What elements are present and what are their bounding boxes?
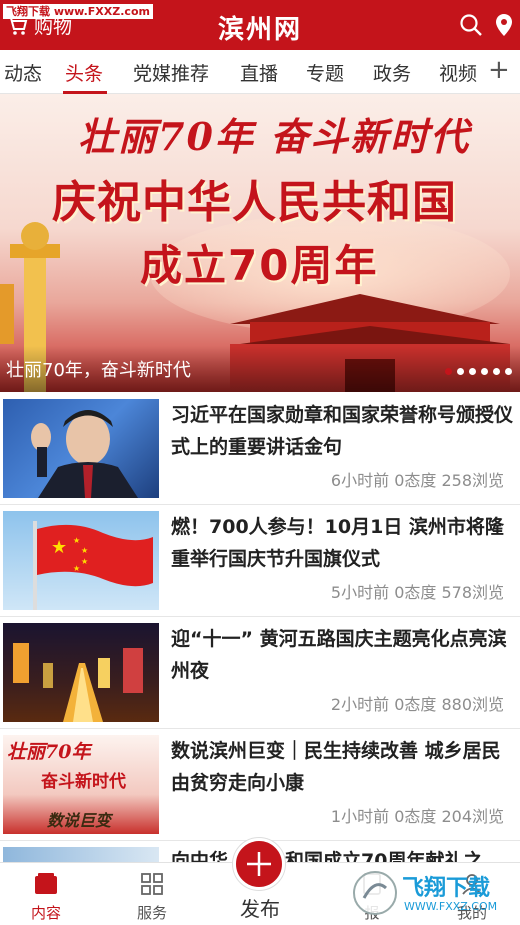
location-pin-icon[interactable]	[494, 13, 514, 37]
headline-banner[interactable]: 壮丽70年 奋斗新时代 庆祝中华人民共和国 成立70周年 壮丽70年，奋斗新时代	[0, 94, 520, 392]
news-thumbnail: ★ ★ ★ ★ ★	[3, 511, 159, 610]
thumb-slogan-3: 数说巨变	[47, 811, 112, 830]
flag-photo-graphic: ★ ★ ★ ★ ★	[33, 521, 153, 610]
nav-service[interactable]: 服务	[112, 873, 192, 923]
news-item[interactable]: 习近平在国家勋章和国家荣誉称号颁授仪式上的重要讲话金句 6小时前 0态度 258…	[0, 393, 520, 505]
thumb-slogan-2: 奋斗新时代	[41, 772, 126, 792]
banner-slogan-line2: 庆祝中华人民共和国	[52, 177, 457, 228]
news-thumbnail	[3, 399, 159, 498]
carousel-dot[interactable]	[493, 368, 500, 375]
watermark-bottom: 飞翔下载 WWW.FXXZ.COM	[352, 868, 512, 918]
svg-text:★: ★	[73, 564, 80, 573]
add-channel-button[interactable]: +	[488, 56, 510, 84]
banner-caption: 壮丽70年，奋斗新时代	[6, 360, 191, 381]
news-meta: 2小时前 0态度 880浏览	[330, 695, 504, 714]
thumb-slogan-1: 壮丽70年	[7, 741, 91, 763]
news-thumbnail	[3, 847, 159, 862]
news-title: 向中华人民共和国成立70周年献礼之	[171, 850, 483, 862]
plus-icon	[247, 852, 271, 876]
watermark-brand: 飞翔下载	[402, 876, 491, 901]
svg-text:★: ★	[73, 536, 80, 545]
svg-text:★: ★	[81, 546, 88, 555]
search-icon[interactable]	[459, 13, 483, 37]
news-item[interactable]: 壮丽70年 奋斗新时代 数说巨变 数说滨州巨变｜民生持续改善 城乡居民由贫穷走向…	[0, 729, 520, 841]
watermark-url: WWW.FXXZ.COM	[404, 900, 498, 913]
night-city-photo-graphic	[13, 643, 143, 722]
banner-slogan-line3: 成立70周年	[140, 241, 379, 290]
publish-label: 发布	[240, 897, 280, 921]
news-meta: 5小时前 0态度 578浏览	[330, 583, 504, 602]
news-title: 迎“十一” 黄河五路国庆主题亮化点亮滨州夜	[171, 628, 507, 682]
news-item[interactable]: 迎“十一” 黄河五路国庆主题亮化点亮滨州夜 2小时前 0态度 880浏览	[0, 617, 520, 729]
news-title: 数说滨州巨变｜民生持续改善 城乡居民由贫穷走向小康	[171, 740, 501, 794]
grid-icon	[141, 873, 163, 895]
tab-dangmei[interactable]: 党媒推荐	[133, 59, 209, 86]
banner-slogan-line1: 壮丽70年 奋斗新时代	[78, 114, 471, 159]
news-thumbnail	[3, 623, 159, 722]
publish-button[interactable]	[233, 838, 285, 890]
tab-zhuanti[interactable]: 专题	[306, 59, 344, 86]
carousel-dot[interactable]	[505, 368, 512, 375]
watermark-logo-icon	[353, 871, 397, 915]
svg-text:★: ★	[81, 557, 88, 566]
tab-zhibo[interactable]: 直播	[240, 59, 278, 86]
nav-content-label: 内容	[30, 904, 61, 922]
news-title: 习近平在国家勋章和国家荣誉称号颁授仪式上的重要讲话金句	[171, 404, 514, 458]
app-header: 购物 飞翔下载 www.FXXZ.com 滨州网	[0, 0, 520, 50]
tab-dongtai[interactable]: 动态	[4, 59, 42, 86]
news-item[interactable]: ★ ★ ★ ★ ★ 燃！700人参与！10月1日 滨州市将隆重举行国庆节升国旗仪…	[0, 505, 520, 617]
carousel-dot[interactable]	[481, 368, 488, 375]
nav-content[interactable]: 内容	[6, 873, 86, 923]
app-title: 滨州网	[217, 15, 302, 45]
carousel-dot[interactable]	[457, 368, 464, 375]
tab-zhengwu[interactable]: 政务	[373, 59, 411, 86]
carousel-dots	[445, 368, 512, 375]
news-meta: 6小时前 0态度 258浏览	[330, 471, 504, 490]
nav-service-label: 服务	[136, 904, 167, 922]
carousel-dot[interactable]	[445, 368, 452, 375]
news-meta: 1小时前 0态度 204浏览	[330, 807, 504, 826]
news-thumbnail: 壮丽70年 奋斗新时代 数说巨变	[3, 735, 159, 834]
news-icon	[35, 873, 57, 894]
tab-shipin[interactable]: 视频	[439, 59, 477, 86]
news-title: 燃！700人参与！10月1日 滨州市将隆重举行国庆节升国旗仪式	[171, 516, 504, 570]
person-photo-graphic	[31, 410, 138, 498]
channel-tabs: 动态 头条 党媒推荐 直播 专题 政务 视频 +	[0, 50, 520, 94]
svg-text:★: ★	[51, 537, 67, 558]
carousel-dot[interactable]	[469, 368, 476, 375]
tab-toutiao[interactable]: 头条	[65, 59, 103, 86]
